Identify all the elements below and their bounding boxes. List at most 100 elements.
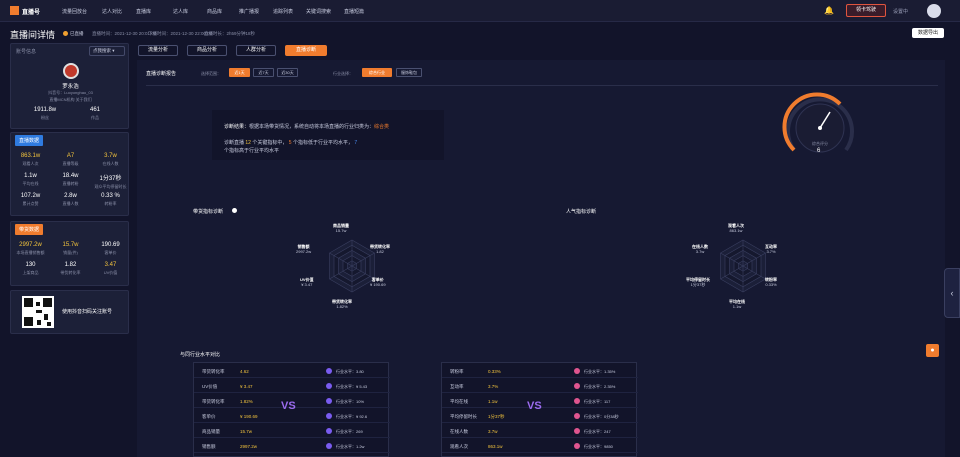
stat-label: 转粉率: [104, 201, 117, 206]
radar-left-label-1: 带货转化率 1.82: [370, 244, 390, 254]
industry-badge-icon: [574, 428, 580, 434]
live_data-stat: A7 直播等级: [51, 153, 90, 167]
nav-item-keyword[interactable]: 关键词搜索: [306, 8, 331, 15]
dl-c: 个指标低于行业平均水平，: [292, 140, 353, 146]
stat-label: 直播人数: [62, 201, 79, 206]
stat-label: 本场直播销售额: [16, 250, 45, 255]
nav-item-short[interactable]: 直播短篇: [344, 8, 364, 15]
tab-audience[interactable]: 人群分析: [236, 45, 276, 56]
compare-title: 与同行业水平对比: [180, 352, 221, 358]
radar-label-value: 863.1w: [729, 228, 743, 233]
stat-value: 2997.2w: [19, 242, 42, 248]
radar-right-label-4: 平均停留时长 1分37秒: [686, 277, 710, 287]
info-dot-icon[interactable]: [232, 208, 237, 213]
account-avatar: [63, 63, 79, 79]
stat-label: 带货转化率: [60, 270, 81, 275]
export-button[interactable]: 数据导出: [912, 28, 944, 38]
radar-right-label-0: 观看人次 863.1w: [728, 223, 744, 233]
range-1d[interactable]: 近1天: [229, 68, 250, 77]
live-status-text: 已直播: [70, 31, 84, 36]
qr-code: [22, 296, 54, 328]
metric-name: 带货转化率: [202, 399, 225, 404]
stat-label: 销量(件): [63, 250, 78, 255]
top-nav: 直播号 流量回放台 达人对比 直播库 达人库 商品库 推广播报 追踪列表 关键词…: [0, 0, 960, 22]
industry-value: 行业水平：269: [336, 429, 363, 434]
account-tag: 直播MCN机构 关于我们: [49, 97, 92, 102]
user-avatar[interactable]: [927, 4, 941, 18]
metric-value: 4.62: [240, 369, 249, 374]
live_data-stat: 863.1w 观看人次: [11, 153, 50, 167]
live-status: 已直播: [63, 31, 84, 37]
stat-value: 1分37秒: [99, 176, 122, 182]
range-30d[interactable]: 近30天: [277, 68, 298, 77]
logo[interactable]: 直播号: [10, 6, 48, 17]
industry-value: 行业水平：247: [584, 429, 611, 434]
divider: [146, 85, 938, 86]
stat-value: 1911.8w: [33, 107, 57, 113]
nav-item-promo[interactable]: 推广播报: [239, 8, 259, 15]
metric-value: 863.1w: [488, 444, 503, 449]
industry-badge-icon: [574, 443, 580, 449]
side-collapse-handle[interactable]: ‹: [944, 268, 960, 318]
upgrade-button[interactable]: 领卡驾驶: [846, 4, 886, 17]
industry-value: 行业水平：¥ 5.43: [336, 384, 368, 389]
industry-all[interactable]: 综合行业: [362, 68, 392, 77]
radar-label-value: 15.7w: [335, 228, 347, 233]
radar-label-value: 1.82%: [336, 304, 348, 309]
tab-product[interactable]: 商品分析: [187, 45, 227, 56]
dl-high: 7: [354, 140, 358, 146]
metric-value: 1.82%: [240, 399, 253, 404]
stat-value: 107.2w: [20, 193, 41, 199]
radar-right-label-3: 平均在线 1.1w: [729, 299, 745, 309]
industry-value: 行业水平：0分38秒: [584, 414, 619, 419]
nav-item-product-lib[interactable]: 商品库: [207, 8, 222, 15]
metric-value: 1分37秒: [488, 414, 505, 419]
nav-item-playback[interactable]: 流量回放台: [62, 8, 87, 15]
stat-label: 在线人数: [102, 161, 119, 166]
industry-value: 行业水平：1.35%: [584, 369, 616, 374]
metric-value: ¥ 3.47: [240, 384, 253, 389]
live_data-stat: 3.7w 在线人数: [91, 153, 130, 167]
radar-label-value: 3.7%: [766, 249, 776, 254]
nav-item-live-lib[interactable]: 直播库: [136, 8, 151, 15]
account-stat-works: 461 作品: [75, 107, 115, 121]
settings-link[interactable]: 设置中: [893, 8, 908, 15]
industry-badge-icon: [574, 413, 580, 419]
sales_data-stat: 2997.2w 本场直播销售额: [11, 242, 50, 256]
sales-data-card: 带货数据 2997.2w 本场直播销售额 15.7w 销量(件) 190.69 客单价 13…: [10, 221, 129, 286]
metric-value: 15.7w: [240, 429, 253, 434]
radar-chart-right: [720, 239, 766, 293]
stat-label: 平均在线: [22, 181, 39, 186]
account-search-select[interactable]: 点我搜索 ▾: [89, 46, 125, 56]
stat-label: 观看人次: [22, 161, 39, 166]
radar-left-label-3: 带货转化率 1.82%: [332, 299, 352, 309]
tab-traffic[interactable]: 流量分析: [138, 45, 178, 56]
bell-icon[interactable]: 🔔: [824, 6, 834, 15]
industry-badge-icon: [326, 413, 332, 419]
radar-right-label-5: 在线人数 3.7w: [692, 244, 708, 254]
nav-item-compare[interactable]: 达人对比: [102, 8, 122, 15]
report-title: 直播诊断报告: [146, 71, 177, 77]
tab-diagnosis[interactable]: 直播诊断: [285, 45, 327, 56]
metric-name: 在线人数: [450, 429, 468, 434]
stat-value: 863.1w: [20, 153, 41, 159]
industry-apparel[interactable]: 服饰鞋包: [396, 68, 422, 77]
radar-left-label-5: 销售额 2997.2w: [296, 244, 311, 254]
compare-row: 互动率 3.7% 行业水平：2.35%: [442, 380, 638, 393]
stat-label: 直播转粉: [62, 181, 79, 186]
stat-label: 累计点赞: [22, 201, 39, 206]
stat-value: 1.82: [64, 262, 77, 268]
radar-label-value: 1.1w: [732, 304, 742, 309]
radar-label-value: 1.82: [376, 249, 384, 254]
float-action-button[interactable]: ●: [926, 344, 939, 357]
stat-value: 3.7w: [104, 153, 117, 159]
nav-item-track[interactable]: 追踪列表: [273, 8, 293, 15]
live-data-card: 直播数据 863.1w 观看人次 A7 直播等级 3.7w 在线人数 1.1w 平均在线 18.…: [10, 132, 129, 216]
live_data-stat: 2.8w 直播人数: [51, 193, 90, 207]
range-7d[interactable]: 近7天: [253, 68, 274, 77]
meta-start: 直播时间：2021-12-30 20:01:00: [92, 31, 157, 36]
diagnosis-line-1: 诊断直播 12 个关键指标中， 5 个指标低于行业平均水平， 7: [224, 139, 357, 146]
sales_data-stat: 15.7w 销量(件): [51, 242, 90, 256]
nav-item-talent-lib[interactable]: 达人库: [173, 8, 188, 15]
metric-value: ¥ 190.69: [240, 414, 258, 419]
